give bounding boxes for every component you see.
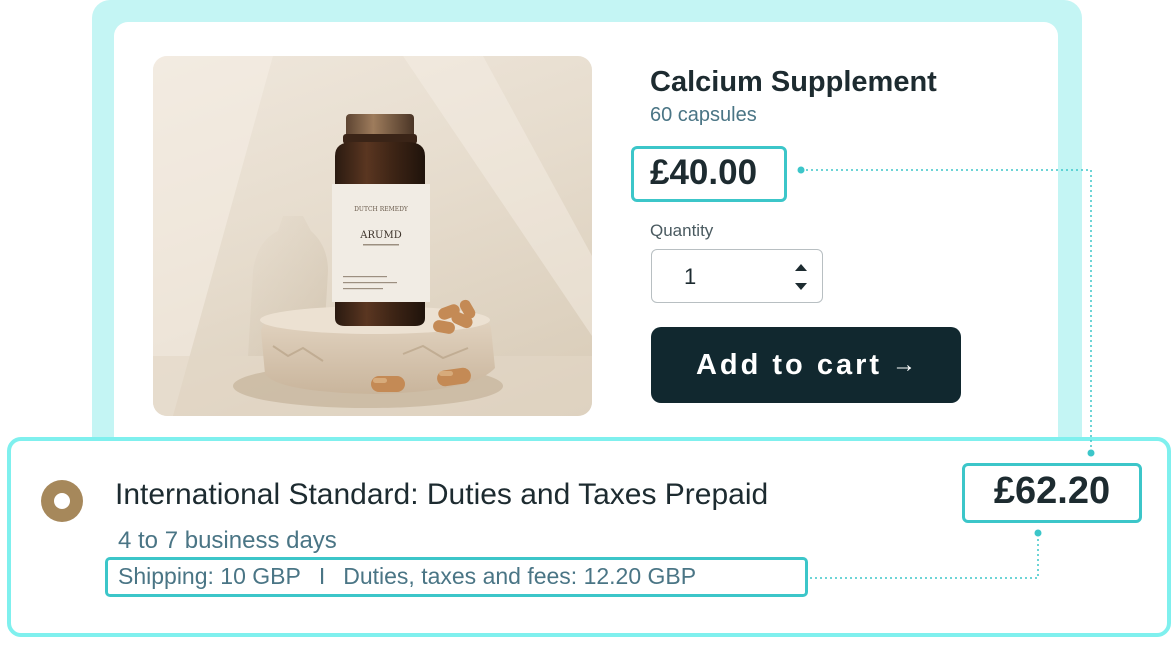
quantity-stepper[interactable]: 1 bbox=[651, 249, 823, 303]
shipping-total: £62.20 bbox=[993, 470, 1111, 512]
add-to-cart-button[interactable]: Add to cart → bbox=[651, 327, 961, 403]
decrement-arrow-icon[interactable] bbox=[795, 283, 807, 290]
delivery-time: 4 to 7 business days bbox=[118, 527, 337, 554]
duties-cost: Duties, taxes and fees: 12.20 GBP bbox=[343, 563, 697, 589]
add-to-cart-label: Add to cart bbox=[695, 348, 883, 381]
bottle-brand-text: DUTCH REMEDY bbox=[354, 206, 409, 213]
shipping-option-title: International Standard: Duties and Taxes… bbox=[115, 478, 769, 511]
shipping-radio-button[interactable] bbox=[41, 480, 83, 522]
product-size: 60 capsules bbox=[650, 104, 757, 126]
radio-selected-dot bbox=[54, 493, 70, 509]
arrow-right-icon: → bbox=[892, 351, 917, 378]
product-price: £40.00 bbox=[650, 153, 758, 192]
stepper-arrows-icon[interactable] bbox=[794, 262, 808, 292]
checkout-illustration: DUTCH REMEDY ARUMD Calcium Supplement 60… bbox=[0, 0, 1176, 647]
cost-breakdown: Shipping: 10 GBP I Duties, taxes and fees:… bbox=[118, 563, 696, 590]
quantity-value: 1 bbox=[684, 264, 697, 289]
shipping-cost: Shipping: 10 GBP bbox=[118, 563, 301, 589]
product-image: DUTCH REMEDY ARUMD bbox=[153, 56, 592, 416]
increment-arrow-icon[interactable] bbox=[795, 264, 807, 271]
product-title: Calcium Supplement bbox=[650, 66, 937, 98]
bottle-name-text: ARUMD bbox=[359, 230, 401, 241]
breakdown-separator: I bbox=[318, 563, 326, 589]
quantity-label: Quantity bbox=[650, 221, 714, 240]
